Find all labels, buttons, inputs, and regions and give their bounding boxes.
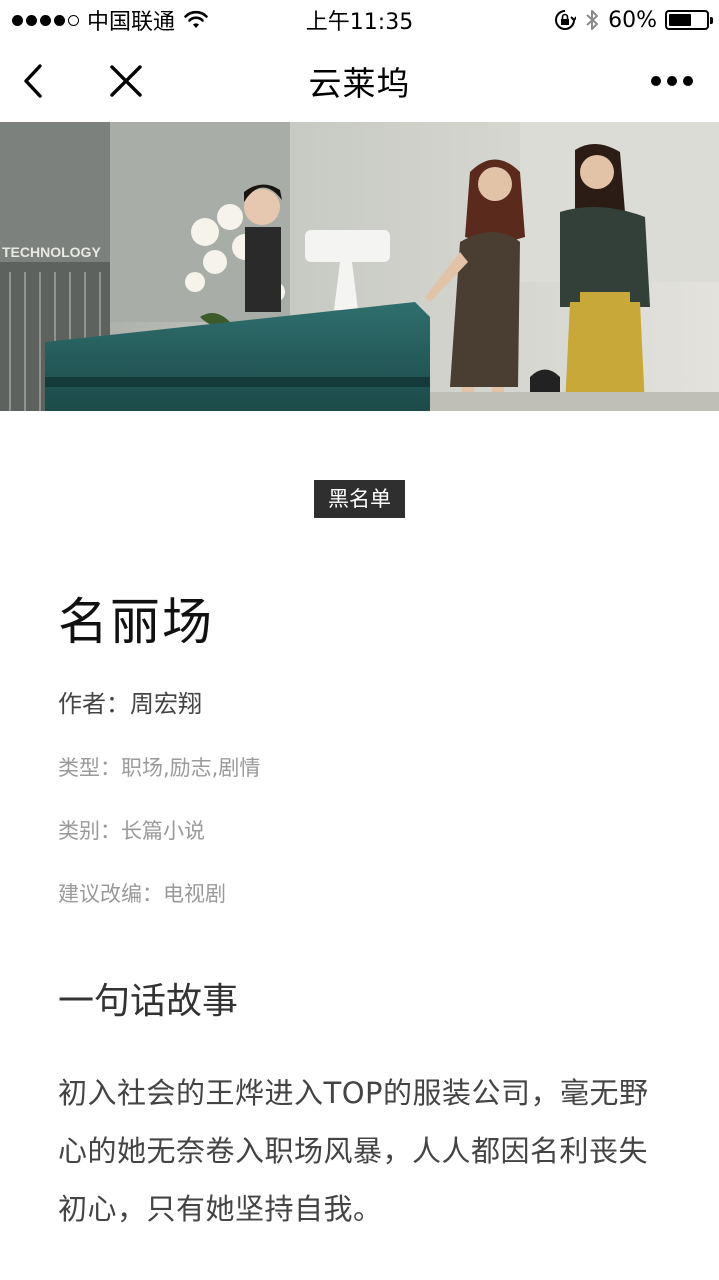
back-button[interactable] bbox=[10, 40, 56, 122]
section-heading-logline: 一句话故事 bbox=[58, 981, 239, 1022]
close-button[interactable] bbox=[98, 40, 154, 122]
carrier-name: 中国联通 bbox=[87, 10, 176, 35]
status-bar: 中国联通 上午11:35 60% bbox=[0, 0, 719, 40]
genre-line: 类型：职场,励志,剧情 bbox=[58, 756, 261, 780]
hero-sign-text: TECHNOLOGY bbox=[2, 244, 101, 260]
bluetooth-icon bbox=[586, 10, 599, 30]
nav-bar: 云莱坞 bbox=[0, 40, 719, 122]
more-button[interactable] bbox=[641, 40, 703, 122]
battery-fill bbox=[669, 14, 691, 26]
signal-strength-icon bbox=[12, 14, 79, 26]
adaptation-line: 建议改编：电视剧 bbox=[58, 882, 226, 906]
hero-image: TECHNOLOGY bbox=[0, 122, 719, 411]
category-line: 类别：长篇小说 bbox=[58, 819, 205, 843]
chevron-left-icon bbox=[24, 64, 42, 98]
wifi-icon bbox=[184, 10, 208, 28]
hero-illustration: TECHNOLOGY bbox=[0, 122, 719, 411]
battery-percent: 60% bbox=[608, 7, 657, 33]
status-bar-left: 中国联通 bbox=[12, 4, 209, 36]
more-dots-icon bbox=[651, 76, 693, 86]
rotation-lock-icon bbox=[555, 10, 577, 30]
blacklist-tag: 黑名单 bbox=[314, 480, 405, 518]
close-icon bbox=[110, 65, 142, 97]
status-bar-right: 60% bbox=[554, 7, 713, 33]
battery-icon bbox=[665, 10, 713, 30]
status-time: 上午11:35 bbox=[305, 10, 414, 35]
logline-text: 初入社会的王烨进入TOP的服装公司，毫无野心的她无奈卷入职场风暴，人人都因名利丧… bbox=[58, 1076, 649, 1226]
author-line: 作者：周宏翔 bbox=[58, 690, 202, 718]
tag-container: 黑名单 bbox=[0, 480, 719, 518]
page-title: 云莱坞 bbox=[308, 64, 411, 103]
work-title: 名丽场 bbox=[58, 593, 214, 651]
